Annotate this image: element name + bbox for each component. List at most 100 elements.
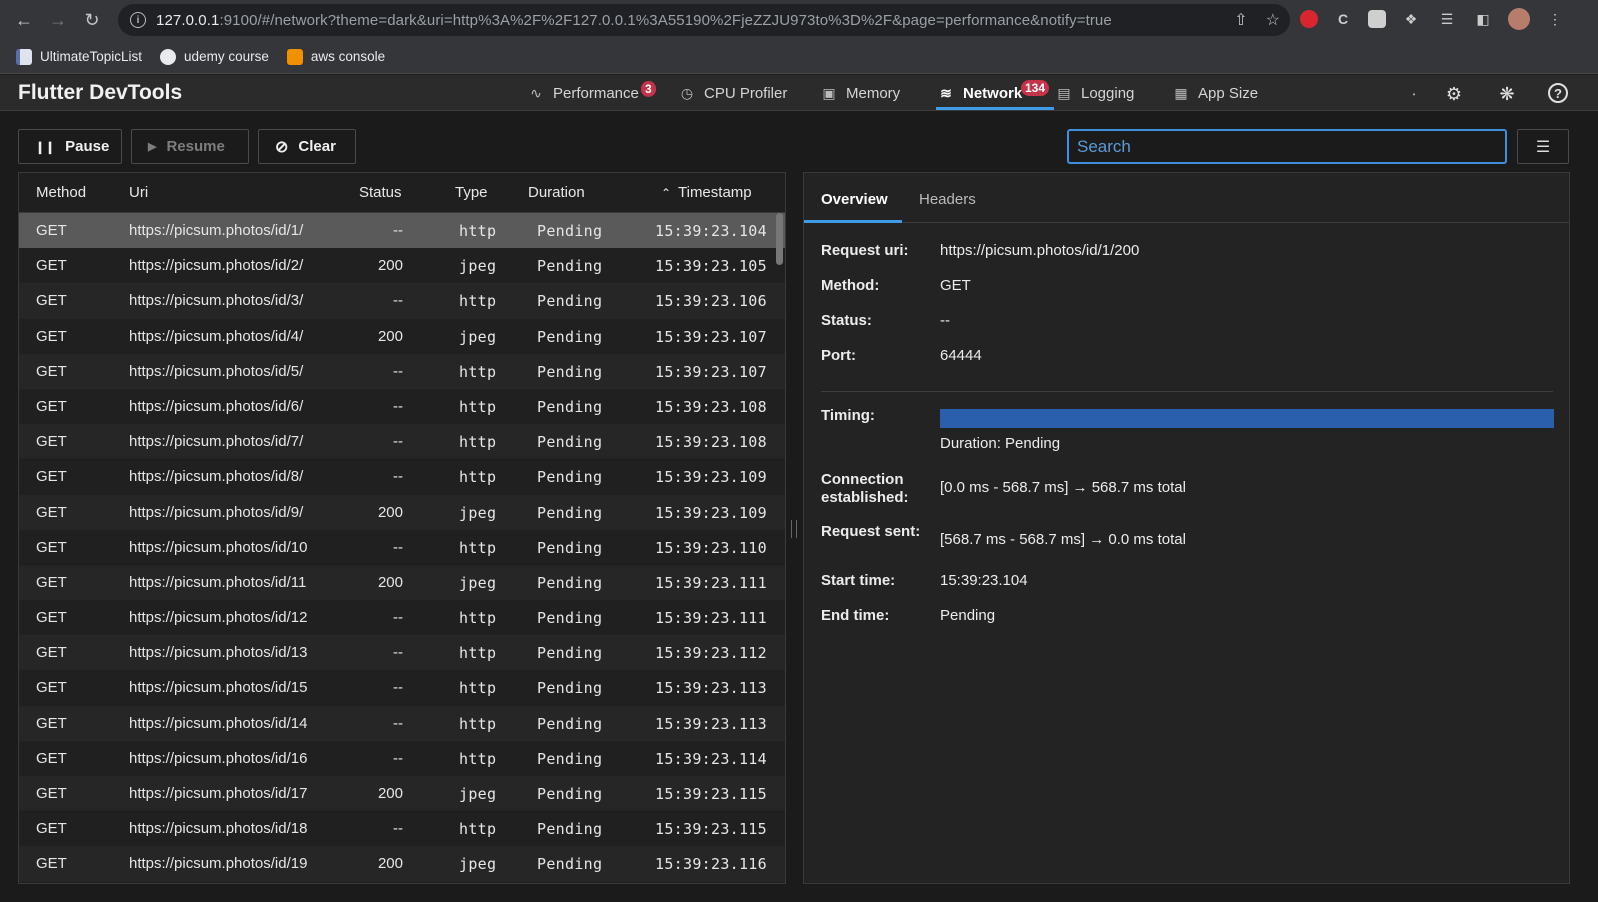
col-timestamp[interactable]: Timestamp xyxy=(678,184,752,201)
more-menu-icon[interactable]: ⋮ xyxy=(1544,8,1566,30)
bug-report-icon[interactable]: ❋ xyxy=(1496,83,1518,105)
col-type[interactable]: Type xyxy=(455,184,488,201)
cell-status: 200 xyxy=(377,327,403,345)
side-panel-icon[interactable]: ◧ xyxy=(1472,8,1494,30)
url-text[interactable]: 127.0.0.1:9100/#/network?theme=dark&uri=… xyxy=(156,12,1112,29)
extension-photo-icon[interactable] xyxy=(1368,10,1386,28)
bookmark-aws-console[interactable]: aws console xyxy=(286,48,385,65)
cell-uri: https://picsum.photos/id/7/ xyxy=(129,433,304,451)
extension-c-icon[interactable]: C xyxy=(1332,8,1354,30)
cell-method: GET xyxy=(36,679,67,697)
search-input[interactable] xyxy=(1067,129,1507,164)
help-icon[interactable]: ? xyxy=(1548,83,1568,103)
table-header: Method Uri Status Type Duration ⌃ Timest… xyxy=(19,173,785,213)
table-row[interactable]: GET https://picsum.photos/id/10 -- http Pend… xyxy=(19,529,785,565)
cell-uri: https://picsum.photos/id/2/ xyxy=(129,257,304,275)
table-row[interactable]: GET https://picsum.photos/id/8/ -- http Pend… xyxy=(19,459,785,495)
extension-red-icon[interactable] xyxy=(1300,10,1318,28)
table-row[interactable]: GET https://picsum.photos/id/13 -- http Pend… xyxy=(19,635,785,671)
method-value: GET xyxy=(940,277,971,294)
table-row[interactable]: GET https://picsum.photos/id/6/ -- http Pend… xyxy=(19,388,785,425)
cell-status: -- xyxy=(393,538,403,556)
timing-label: Timing: xyxy=(821,407,875,424)
cell-method: GET xyxy=(36,820,67,838)
sort-ascending-icon[interactable]: ⌃ xyxy=(661,186,671,200)
forward-arrow-icon[interactable]: → xyxy=(44,6,72,34)
resume-button[interactable]: ▶ Resume xyxy=(131,129,249,164)
cell-status: -- xyxy=(393,749,403,767)
media-queue-icon[interactable]: ☰ xyxy=(1436,8,1458,30)
extensions-puzzle-icon[interactable]: ❖ xyxy=(1400,8,1422,30)
cell-uri: https://picsum.photos/id/15 xyxy=(129,679,308,697)
table-row[interactable]: GET https://picsum.photos/id/12 -- http Pend… xyxy=(19,600,785,636)
settings-gear-icon[interactable]: ⚙ xyxy=(1443,83,1465,105)
tab-performance[interactable]: ∿ Performance xyxy=(527,75,639,111)
cell-timestamp: 15:39:23.109 xyxy=(655,468,767,487)
tab-headers[interactable]: Headers xyxy=(919,191,976,208)
cell-type: http xyxy=(459,749,497,768)
address-bar[interactable]: i 127.0.0.1:9100/#/network?theme=dark&ur… xyxy=(118,4,1290,36)
table-row[interactable]: GET https://picsum.photos/id/9/200 jpeg Pen… xyxy=(19,494,785,530)
cell-duration: Pending xyxy=(537,679,603,698)
table-row[interactable]: GET https://picsum.photos/id/19 200 jpeg Pen… xyxy=(19,846,785,882)
col-uri[interactable]: Uri xyxy=(129,184,148,201)
table-row[interactable]: GET https://picsum.photos/id/15 -- http Pend… xyxy=(19,670,785,706)
cell-type: jpeg xyxy=(459,327,497,346)
tab-overview[interactable]: Overview xyxy=(821,191,888,208)
tab-network[interactable]: ≋ Network xyxy=(937,75,1022,111)
table-row[interactable]: GET https://picsum.photos/id/14 -- http Pend… xyxy=(19,705,785,741)
cell-uri: https://picsum.photos/id/5/ xyxy=(129,362,304,380)
col-method[interactable]: Method xyxy=(36,184,86,201)
cell-method: GET xyxy=(36,503,67,521)
clear-button[interactable]: ⊘ Clear xyxy=(258,129,356,164)
share-icon[interactable]: ⇧ xyxy=(1234,10,1247,30)
cell-uri: https://picsum.photos/id/18 xyxy=(129,820,308,838)
tab-cpu-profiler[interactable]: ◷ CPU Profiler xyxy=(678,75,787,111)
cell-method: GET xyxy=(36,538,67,556)
table-scrollbar[interactable] xyxy=(776,213,783,265)
col-duration[interactable]: Duration xyxy=(528,184,585,201)
cell-type: http xyxy=(459,292,497,311)
table-row[interactable]: GET https://picsum.photos/id/7/ -- http Pend… xyxy=(19,424,785,460)
reload-icon[interactable]: ↻ xyxy=(78,6,106,34)
table-row[interactable]: GET https://picsum.photos/id/11 200 jpeg Pen… xyxy=(19,564,785,601)
col-status[interactable]: Status xyxy=(359,184,402,201)
cell-method: GET xyxy=(36,609,67,627)
cell-duration: Pending xyxy=(537,362,603,381)
star-bookmark-icon[interactable]: ☆ xyxy=(1266,10,1280,30)
pause-button[interactable]: ❙❙ Pause xyxy=(18,129,122,164)
table-row[interactable]: GET https://picsum.photos/id/18 -- http Pend… xyxy=(19,811,785,847)
table-row[interactable]: GET https://picsum.photos/id/17 200 jpeg Pen… xyxy=(19,776,785,812)
cell-timestamp: 15:39:23.105 xyxy=(655,257,767,276)
cell-status: -- xyxy=(393,679,403,697)
table-row[interactable]: GET https://picsum.photos/id/1/ -- http Pend… xyxy=(19,213,785,249)
table-row[interactable]: GET https://picsum.photos/id/3/ -- http Pend… xyxy=(19,283,785,319)
logging-icon: ▤ xyxy=(1057,84,1071,101)
tab-logging[interactable]: ▤ Logging xyxy=(1055,75,1134,111)
request-sent-label: Request sent: xyxy=(821,523,921,540)
cell-timestamp: 15:39:23.111 xyxy=(655,573,767,592)
cell-status: -- xyxy=(393,609,403,627)
table-row[interactable]: GET https://picsum.photos/id/5/ -- http Pend… xyxy=(19,353,785,389)
tab-app-size[interactable]: ▦ App Size xyxy=(1172,75,1258,111)
split-handle[interactable] xyxy=(791,520,797,538)
back-arrow-icon[interactable]: ← xyxy=(10,6,38,34)
profile-avatar[interactable] xyxy=(1508,8,1530,30)
table-row[interactable]: GET https://picsum.photos/id/4/200 jpeg Pen… xyxy=(19,318,785,354)
start-time-label: Start time: xyxy=(821,572,896,589)
cell-status: 200 xyxy=(377,573,403,591)
site-info-icon[interactable]: i xyxy=(130,12,146,28)
cell-timestamp: 15:39:23.109 xyxy=(655,503,767,522)
table-row[interactable]: GET https://picsum.photos/id/16 -- http Pend… xyxy=(19,740,785,776)
timing-bar xyxy=(940,409,1554,428)
cell-type: jpeg xyxy=(459,855,497,874)
end-time-label: End time: xyxy=(821,607,890,624)
pause-icon: ❙❙ xyxy=(35,139,56,154)
bookmark-udemy-course[interactable]: udemy course xyxy=(160,48,269,65)
filter-icon[interactable]: ☰ xyxy=(1517,129,1569,164)
cell-uri: https://picsum.photos/id/11 xyxy=(129,573,307,591)
bookmark-ultimatetopiclist[interactable]: UltimateTopicList xyxy=(16,48,142,65)
tab-memory[interactable]: ▣ Memory xyxy=(820,75,900,111)
table-row[interactable]: GET https://picsum.photos/id/2/200 jpeg Pen… xyxy=(19,248,785,284)
method-label: Method: xyxy=(821,277,880,294)
